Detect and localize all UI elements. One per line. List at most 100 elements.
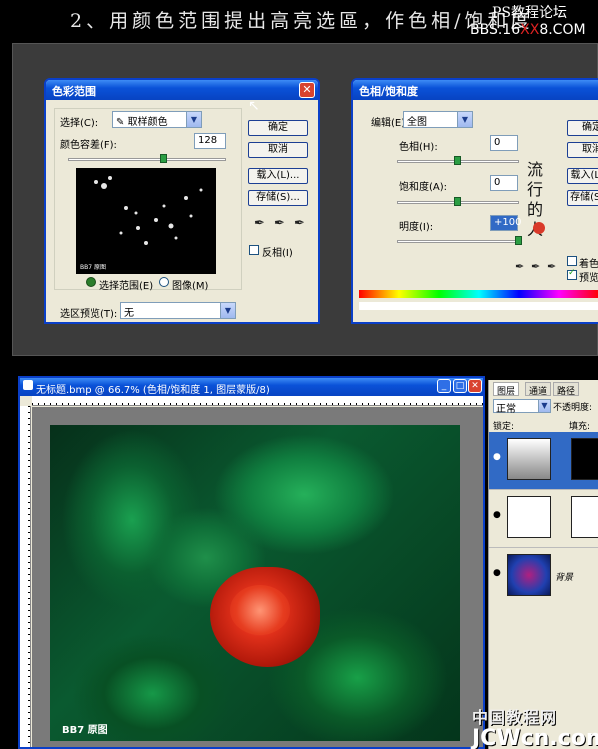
tab-paths[interactable]: 路径 bbox=[553, 382, 580, 397]
saturation-field[interactable]: 0 bbox=[490, 175, 518, 191]
step-title: 2、用颜色范围提出高亮选區，作色相/饱和度 bbox=[70, 10, 534, 32]
document-window: 无标题.bmp @ 66.7% (色相/饱和度 1, 图层蒙版/8) _ □ ✕… bbox=[18, 376, 485, 749]
tab-channels[interactable]: 通道 bbox=[525, 382, 552, 397]
fill-label: 填充: bbox=[569, 422, 591, 432]
hue-sat-titlebar[interactable]: 色相/饱和度 bbox=[353, 80, 598, 100]
ok-button[interactable]: 确定 bbox=[248, 120, 308, 136]
cancel-button[interactable]: 取消 bbox=[567, 142, 598, 158]
adjustment-thumbnail bbox=[507, 496, 551, 538]
ps-app-icon bbox=[23, 380, 33, 390]
radio-selection-label: 选择范围(E) bbox=[99, 281, 154, 292]
tab-layers[interactable]: 图层 bbox=[493, 382, 520, 397]
watermark-cn: 中国教程网 bbox=[472, 708, 558, 727]
eyedropper-icon: ✎ bbox=[116, 117, 125, 128]
watermark-url-pre: BBS.16 bbox=[470, 22, 521, 38]
fuzziness-slider-thumb[interactable] bbox=[159, 154, 167, 163]
lightness-slider[interactable] bbox=[397, 240, 519, 243]
eyedropper-icon[interactable]: ✒ bbox=[515, 260, 524, 273]
watermark-url-xx: XX bbox=[520, 22, 540, 38]
layer-row[interactable]: ● bbox=[489, 490, 598, 548]
vertical-ruler[interactable] bbox=[20, 406, 31, 747]
invert-checkbox[interactable] bbox=[249, 245, 259, 255]
chevron-down-icon[interactable]: ▼ bbox=[538, 400, 550, 412]
blend-mode-dropdown[interactable]: 正常 ▼ bbox=[493, 399, 551, 415]
maximize-icon[interactable]: □ bbox=[453, 379, 467, 393]
radio-image-label: 图像(M) bbox=[172, 281, 209, 292]
hue-label: 色相(H): bbox=[399, 142, 438, 153]
eye-icon[interactable]: ● bbox=[493, 568, 501, 578]
preview-caption: BB7 原图 bbox=[80, 264, 106, 271]
layer-row[interactable]: ● 背景 bbox=[489, 548, 598, 606]
hue-spectrum-result bbox=[359, 302, 598, 310]
cursor-icon: ↖ bbox=[248, 98, 260, 114]
watermark-en: JCWcn.com bbox=[472, 726, 598, 749]
fuzziness-label: 颜色容差(F): bbox=[60, 140, 117, 151]
load-button[interactable]: 载入(L)... bbox=[567, 168, 598, 184]
cancel-button[interactable]: 取消 bbox=[248, 142, 308, 158]
lock-label: 锁定: bbox=[493, 422, 515, 432]
select-label: 选择(C): bbox=[60, 118, 99, 129]
load-button[interactable]: 载入(L)... bbox=[248, 168, 308, 184]
hue-slider-thumb[interactable] bbox=[454, 156, 461, 165]
chevron-down-icon[interactable]: ▼ bbox=[220, 303, 235, 318]
eyedropper-plus-icon[interactable]: ✒ bbox=[531, 260, 540, 273]
saturation-label: 饱和度(A): bbox=[399, 182, 448, 193]
close-icon[interactable]: ✕ bbox=[468, 379, 482, 393]
radio-image[interactable] bbox=[159, 277, 169, 287]
preview-checkbox[interactable]: ✓ bbox=[567, 268, 577, 280]
preview-mode-dropdown[interactable]: 无 ▼ bbox=[120, 302, 236, 319]
seal-stamp bbox=[533, 222, 545, 234]
color-range-title: 色彩范围 bbox=[52, 85, 96, 98]
background-layer-label: 背景 bbox=[555, 573, 574, 583]
site-watermark: 中国教程网 JCWcn.com bbox=[472, 704, 598, 749]
watermark-url-post: 8.COM bbox=[539, 22, 586, 38]
watermark-url: BBS.16XX8.COM bbox=[470, 22, 586, 38]
document-titlebar[interactable]: 无标题.bmp @ 66.7% (色相/饱和度 1, 图层蒙版/8) _ □ ✕ bbox=[20, 378, 483, 396]
save-button[interactable]: 存储(S)... bbox=[567, 190, 598, 206]
eye-icon[interactable]: ● bbox=[493, 452, 501, 462]
colorize-checkbox[interactable] bbox=[567, 256, 577, 266]
mask-thumbnail bbox=[571, 496, 598, 538]
lightness-slider-thumb[interactable] bbox=[515, 236, 522, 245]
document-title: 无标题.bmp @ 66.7% (色相/饱和度 1, 图层蒙版/8) bbox=[36, 385, 270, 396]
edit-dropdown[interactable]: 全图 ▼ bbox=[403, 111, 473, 128]
edit-value: 全图 bbox=[407, 117, 427, 128]
eye-icon[interactable]: ● bbox=[493, 510, 501, 520]
photo-canvas[interactable]: BB7 原图 bbox=[50, 425, 460, 741]
hue-spectrum-bar bbox=[359, 290, 598, 298]
chevron-down-icon[interactable]: ▼ bbox=[186, 112, 201, 127]
selection-preview-mask bbox=[94, 176, 203, 245]
opacity-label: 不透明度: bbox=[553, 403, 593, 413]
adjustment-thumbnail bbox=[507, 438, 551, 480]
saturation-slider-thumb[interactable] bbox=[454, 197, 461, 206]
close-icon[interactable]: ✕ bbox=[299, 82, 315, 98]
eyedropper-plus-icon[interactable]: ✒ bbox=[274, 216, 285, 231]
colorize-label: 着色(O) bbox=[579, 259, 598, 270]
photo-caption: BB7 原图 bbox=[62, 725, 108, 736]
layer-row[interactable]: ● bbox=[489, 432, 598, 490]
save-button[interactable]: 存储(S)... bbox=[248, 190, 308, 206]
eyedropper-minus-icon[interactable]: ✒ bbox=[547, 260, 556, 273]
lightness-label: 明度(I): bbox=[399, 222, 434, 233]
chevron-down-icon[interactable]: ▼ bbox=[457, 112, 472, 127]
preview-mode-value: 无 bbox=[124, 308, 134, 319]
fuzziness-field[interactable]: 128 bbox=[194, 133, 226, 149]
ok-button[interactable]: 确定 bbox=[567, 120, 598, 136]
eyedropper-minus-icon[interactable]: ✒ bbox=[294, 216, 305, 231]
canvas-area[interactable]: BB7 原图 bbox=[32, 407, 483, 747]
layers-panel: 图层 通道 路径 正常 ▼ 不透明度: 锁定: 填充: ● ● ● 背景 bbox=[488, 380, 598, 749]
eyedropper-icon[interactable]: ✒ bbox=[254, 216, 265, 231]
radio-selection[interactable] bbox=[86, 277, 96, 287]
background-thumbnail bbox=[507, 554, 551, 596]
color-range-titlebar[interactable]: 色彩范围 ✕ bbox=[46, 80, 318, 100]
horizontal-ruler[interactable] bbox=[32, 396, 483, 406]
watermark-forum: PS教程论坛 bbox=[492, 5, 568, 21]
lightness-field[interactable]: +100 bbox=[490, 215, 521, 231]
fuzziness-slider[interactable] bbox=[68, 158, 226, 161]
mask-thumbnail bbox=[571, 438, 598, 480]
select-dropdown[interactable]: ✎ 取样颜色 ▼ bbox=[112, 111, 202, 128]
select-value: 取样颜色 bbox=[127, 117, 168, 128]
blend-mode-value: 正常 bbox=[496, 404, 516, 415]
minimize-icon[interactable]: _ bbox=[437, 379, 451, 393]
hue-field[interactable]: 0 bbox=[490, 135, 518, 151]
